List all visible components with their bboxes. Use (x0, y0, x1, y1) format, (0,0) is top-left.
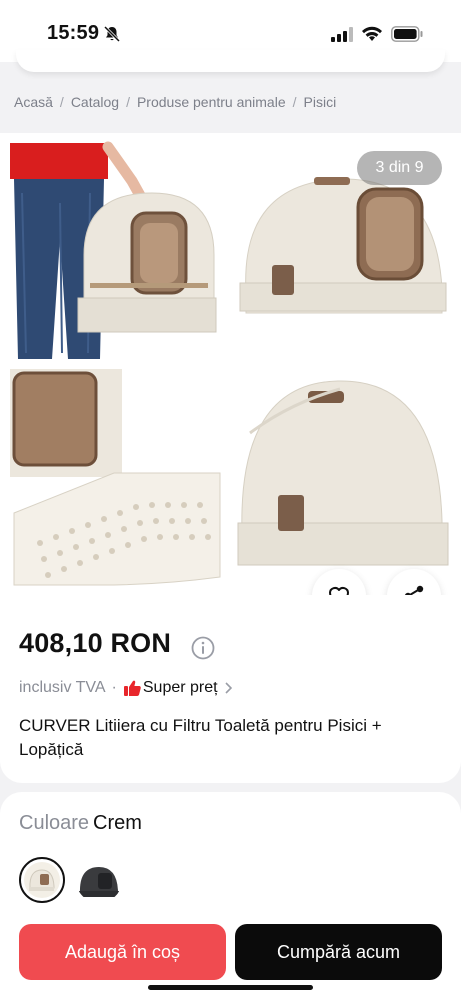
color-value: Crem (93, 812, 142, 834)
breadcrumb-separator: / (292, 94, 297, 110)
product-title: CURVER Litiiera cu Filtru Toaletă pentru… (19, 716, 382, 759)
buy-now-button[interactable]: Cumpără acum (235, 924, 442, 980)
vat-note: inclusiv TVA (19, 679, 106, 696)
bell-slash-icon (103, 25, 121, 43)
chevron-right-icon (225, 682, 232, 694)
breadcrumb-home[interactable]: Acasă (14, 94, 53, 110)
info-icon[interactable] (191, 636, 215, 660)
product-price: 408,10 RON (19, 628, 172, 658)
signal-icon (331, 27, 353, 42)
battery-icon (391, 26, 423, 42)
image-litter-box-closed (239, 177, 447, 314)
product-gallery[interactable]: 3 din 9 (0, 133, 461, 595)
breadcrumb-catalog[interactable]: Catalog (71, 94, 119, 110)
product-info-card: 408,10 RON inclusiv TVA · Super preț CUR… (0, 595, 461, 783)
super-price-badge: Super preț (142, 679, 218, 696)
image-person-carrying (10, 141, 217, 359)
thumbs-up-icon (123, 680, 141, 696)
image-counter-badge: 3 din 9 (357, 151, 442, 185)
add-to-cart-button[interactable]: Adaugă în coș (19, 924, 226, 980)
breadcrumb-cats[interactable]: Pisici (304, 94, 337, 110)
color-label: Culoare (19, 812, 90, 834)
image-filter-tray (10, 369, 221, 586)
search-bar-edge[interactable] (16, 50, 445, 72)
color-selection-label: Culoare Crem (19, 812, 142, 835)
price-meta-row[interactable]: inclusiv TVA · Super preț (19, 679, 232, 697)
home-indicator (148, 985, 313, 990)
wifi-icon (362, 26, 382, 41)
breadcrumb: Acasă / Catalog / Produse pentru animale / Pis… (14, 94, 336, 110)
breadcrumb-separator: / (59, 94, 64, 110)
cream-box-thumbnail (29, 869, 55, 891)
separator-dot: · (111, 679, 117, 696)
image-litter-box-side (237, 380, 449, 566)
status-time: 15:59 (47, 22, 100, 44)
breadcrumb-pet-products[interactable]: Produse pentru animale (137, 94, 286, 110)
color-swatch-cream[interactable] (19, 857, 65, 903)
color-swatch-black[interactable] (76, 857, 122, 903)
black-box-thumbnail (79, 867, 119, 897)
breadcrumb-separator: / (126, 94, 130, 110)
product-image[interactable] (0, 133, 461, 595)
